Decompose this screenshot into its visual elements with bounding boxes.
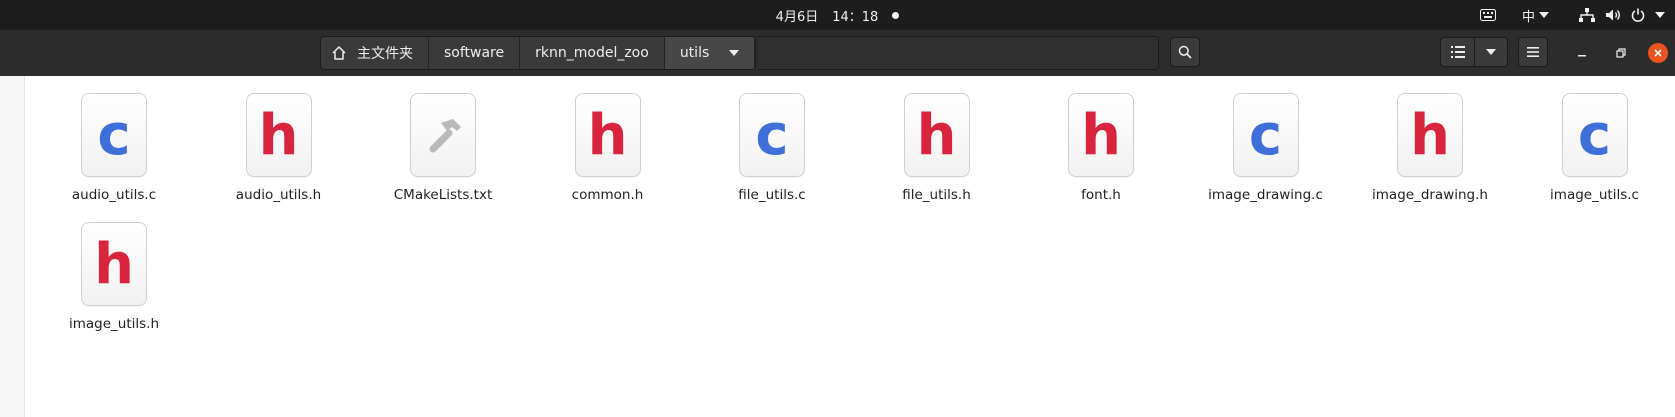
file-name: image_drawing.h (1372, 187, 1488, 203)
file-item[interactable]: c image_utils.c (1520, 93, 1670, 203)
header-bar: 主文件夹 software rknn_model_zoo utils (0, 30, 1675, 76)
network-icon (1579, 8, 1595, 22)
chevron-down-icon (729, 50, 740, 56)
system-tray: 中 (1479, 0, 1665, 30)
c-header-file-icon: h (1068, 93, 1134, 177)
c-source-file-icon: c (81, 93, 147, 177)
clock-time: 14：18 (832, 9, 879, 25)
close-circle (1648, 43, 1668, 63)
keyboard-icon (1479, 9, 1496, 21)
location-bar-space[interactable] (758, 36, 1159, 70)
file-item[interactable]: h common.h (533, 93, 683, 203)
file-type-glyph: h (258, 103, 299, 168)
search-icon (1178, 45, 1192, 59)
breadcrumb-home[interactable]: 主文件夹 (321, 37, 429, 69)
file-name: CMakeLists.txt (393, 187, 493, 203)
list-view-button[interactable] (1440, 37, 1474, 67)
main-menu-button[interactable] (1518, 37, 1548, 67)
breadcrumb-label: rknn_model_zoo (535, 45, 649, 61)
chevron-down-icon (1486, 49, 1496, 55)
file-item[interactable]: c image_drawing.c (1191, 93, 1341, 203)
c-header-file-icon: h (245, 93, 312, 177)
file-name: image_drawing.c (1208, 187, 1323, 203)
minimize-icon (1578, 55, 1586, 57)
file-item[interactable]: CMakeLists.txt (368, 93, 518, 203)
file-type-glyph: c (1248, 103, 1283, 168)
file-type-glyph: c (755, 103, 789, 168)
clock-date: 4月6日 (775, 9, 819, 25)
breadcrumb: 主文件夹 software rknn_model_zoo utils (320, 36, 757, 70)
file-name: audio_utils.c (71, 187, 157, 203)
input-method-label: 中 (1521, 9, 1535, 25)
c-header-file-icon: h (574, 93, 641, 177)
power-icon (1631, 8, 1645, 22)
file-name: image_utils.c (1550, 187, 1639, 203)
file-item[interactable]: h image_drawing.h (1355, 93, 1505, 203)
file-item[interactable]: c file_utils.c (697, 93, 847, 203)
c-source-file-icon: c (739, 93, 805, 177)
file-grid: c audio_utils.c h audio_utils.h CMakeLists.t… (24, 76, 1675, 417)
breadcrumb-home-label: 主文件夹 (357, 46, 413, 62)
file-name: audio_utils.h (235, 187, 322, 203)
file-type-glyph: h (916, 103, 957, 168)
input-method-menu[interactable]: 中 (1522, 6, 1549, 25)
hammer-icon (410, 93, 476, 177)
file-item[interactable]: h audio_utils.h (204, 93, 354, 203)
file-name: file_utils.c (738, 187, 806, 203)
file-type-glyph: h (94, 232, 134, 297)
breadcrumb-item-rknn-model-zoo[interactable]: rknn_model_zoo (520, 37, 665, 69)
search-button[interactable] (1170, 37, 1200, 67)
clock[interactable]: 4月6日 14：18 (0, 0, 1675, 30)
file-item[interactable]: h file_utils.h (862, 93, 1012, 203)
restore-icon (1616, 48, 1626, 58)
volume-icon (1606, 9, 1620, 21)
breadcrumb-label: utils (679, 45, 710, 61)
notification-dot-icon (892, 11, 900, 19)
file-type-glyph: h (1081, 103, 1121, 168)
chevron-down-icon (1539, 12, 1549, 18)
c-header-file-icon: h (903, 93, 970, 177)
hamburger-icon (1527, 47, 1539, 57)
file-name: image_utils.h (68, 316, 160, 332)
file-name: font.h (1081, 187, 1121, 203)
maximize-button[interactable] (1606, 30, 1636, 76)
file-type-glyph: c (1577, 103, 1612, 168)
chevron-down-icon (1655, 12, 1665, 18)
file-type-glyph: h (587, 103, 628, 168)
c-header-file-icon: h (1397, 93, 1463, 177)
file-type-glyph: c (97, 103, 131, 168)
keyboard-indicator[interactable] (1479, 9, 1496, 21)
file-item[interactable]: h font.h (1026, 93, 1176, 203)
breadcrumb-item-utils[interactable]: utils (664, 37, 756, 69)
breadcrumb-item-software[interactable]: software (429, 37, 521, 69)
close-button[interactable] (1643, 30, 1673, 76)
status-menu[interactable] (1579, 8, 1665, 22)
view-toggle-group (1440, 37, 1508, 67)
minimize-button[interactable] (1567, 30, 1597, 76)
file-name: file_utils.h (902, 187, 971, 203)
sidebar-edge (0, 76, 25, 417)
file-name: common.h (571, 187, 644, 203)
close-icon (1654, 49, 1662, 57)
breadcrumb-label: software (444, 45, 505, 61)
c-source-file-icon: c (1561, 93, 1628, 177)
top-bar: 4月6日 14：18 中 (0, 0, 1675, 30)
view-options-button[interactable] (1474, 37, 1508, 67)
file-item[interactable]: c audio_utils.c (39, 93, 189, 203)
home-icon (332, 46, 346, 60)
c-source-file-icon: c (1232, 93, 1299, 177)
file-type-glyph: h (1410, 103, 1450, 168)
list-view-icon (1450, 46, 1465, 58)
file-item[interactable]: h image_utils.h (39, 222, 189, 332)
c-header-file-icon: h (81, 222, 147, 306)
